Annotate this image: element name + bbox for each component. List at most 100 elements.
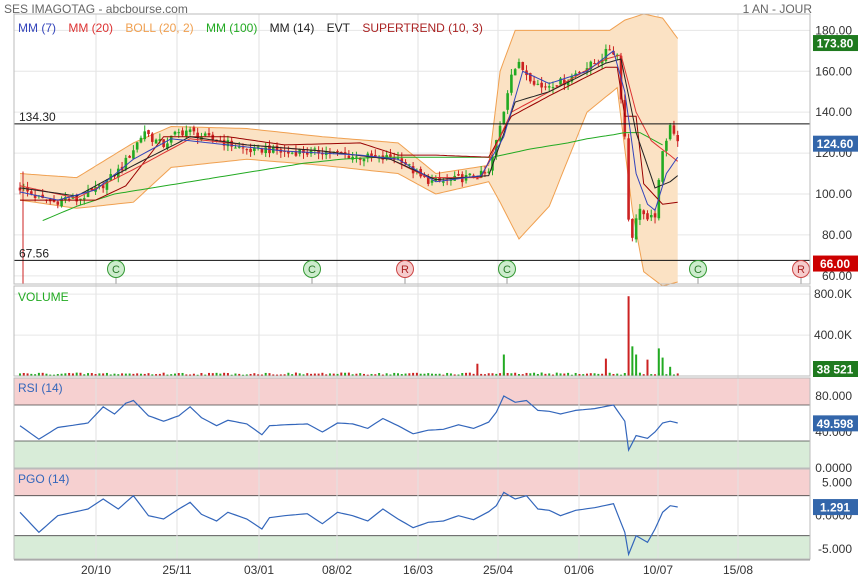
pgo-tick-label: 5.000 xyxy=(822,475,852,489)
x-tick-label: 10/07 xyxy=(643,563,673,577)
price-tick-label: 100.00 xyxy=(815,187,852,201)
legend-boll: BOLL (20, 2) xyxy=(125,21,194,35)
candle-body xyxy=(56,201,60,205)
candle-body xyxy=(510,74,513,93)
level-label: 134.30 xyxy=(19,110,56,124)
candle-body xyxy=(245,149,249,151)
volume-bar xyxy=(646,359,649,376)
candle-body xyxy=(207,133,211,136)
candle-body xyxy=(143,131,147,140)
event-marker-label: C xyxy=(112,264,120,276)
candle-body xyxy=(67,198,71,200)
candle-body xyxy=(468,173,472,176)
rsi-oversold-zone xyxy=(14,441,810,468)
candle-body xyxy=(203,133,207,136)
candle-body xyxy=(544,86,547,88)
candle-body xyxy=(139,137,143,143)
candle-body xyxy=(555,85,559,87)
candle-body xyxy=(181,130,184,136)
volume-bar xyxy=(75,372,78,376)
candle-body xyxy=(513,69,517,76)
candle-body xyxy=(506,93,509,110)
legend-evt: EVT xyxy=(326,21,351,35)
volume-bar xyxy=(340,372,343,376)
price-badge-high-label: 173.80 xyxy=(817,37,854,51)
x-tick-label: 08/02 xyxy=(322,563,352,577)
level-label: 67.56 xyxy=(19,246,49,260)
candle-body xyxy=(547,86,551,88)
period-label: 1 AN - JOUR xyxy=(742,2,812,16)
price-badge-low-label: 66.00 xyxy=(820,257,850,271)
chart-title: SES IMAGOTAG - abcbourse.com xyxy=(4,2,188,16)
candle-body xyxy=(192,127,196,132)
volume-bar xyxy=(657,348,660,376)
candle-body xyxy=(256,146,260,148)
rsi-tick-label: 80.000 xyxy=(815,389,852,403)
candle-body xyxy=(502,111,506,125)
event-marker-label: C xyxy=(503,264,511,276)
x-tick-label: 20/10 xyxy=(81,563,111,577)
candle-body xyxy=(264,147,267,154)
candle-body xyxy=(672,125,676,134)
x-tick-label: 16/03 xyxy=(403,563,433,577)
candle-body xyxy=(124,157,128,170)
candle-body xyxy=(638,208,642,220)
event-markers: CCRCCR xyxy=(107,260,810,284)
vol-panel-frame xyxy=(13,285,811,377)
x-tick-label: 01/06 xyxy=(564,563,594,577)
candle-body xyxy=(646,213,649,220)
candle-body xyxy=(578,71,581,73)
legend-supertrend: SUPERTREND (10, 3) xyxy=(362,21,483,35)
volume-bar xyxy=(627,296,630,376)
volume-bar xyxy=(540,372,543,376)
price-badge-last-label: 124.60 xyxy=(817,137,854,151)
candle-body xyxy=(457,174,460,176)
candle-body xyxy=(154,139,158,144)
candle-body xyxy=(430,180,434,183)
candle-body xyxy=(551,87,555,89)
candle-body xyxy=(631,219,634,238)
rsi-badge-label: 49.598 xyxy=(817,417,854,431)
volume-label: VOLUME xyxy=(18,290,69,304)
candle-body xyxy=(608,49,611,51)
event-marker-label: C xyxy=(308,264,316,276)
candle-body xyxy=(249,148,252,153)
volume-bar xyxy=(604,358,607,376)
candle-body xyxy=(540,82,543,88)
candle-body xyxy=(147,130,150,135)
candle-body xyxy=(82,198,86,200)
candle-body xyxy=(521,62,525,70)
legend-mm7: MM (7) xyxy=(18,21,56,35)
candle-body xyxy=(79,198,82,200)
x-tick-label: 25/04 xyxy=(483,563,513,577)
candle-body xyxy=(241,147,245,149)
stock-chart: 134.30 67.56 C C R C C R 20/10 25/11 03/01 08/02 1… xyxy=(13,13,858,577)
candle-body xyxy=(86,190,90,197)
legend-mm100: MM (100) xyxy=(205,21,258,35)
volume-bar xyxy=(294,372,297,376)
candle-body xyxy=(649,215,653,218)
legend-mm20: MM (20) xyxy=(68,21,114,35)
volume-bar xyxy=(631,346,634,376)
candle-body xyxy=(188,129,192,132)
volume-bar xyxy=(555,372,558,376)
candle-body xyxy=(536,83,540,85)
pgo-oversold-zone xyxy=(14,535,810,559)
candle-body xyxy=(290,152,294,154)
volume-bars xyxy=(19,296,679,376)
price-tick-label: 140.00 xyxy=(815,105,852,119)
event-marker-label: R xyxy=(401,264,409,276)
candle-body xyxy=(668,125,672,140)
indicator-legend: MM (7) MM (20) BOLL (20, 2) MM (100) MM … xyxy=(18,21,492,35)
volume-bar xyxy=(502,354,505,376)
candle-body xyxy=(132,150,135,159)
pgo-tick-label: -5.000 xyxy=(818,542,852,556)
volume-bar xyxy=(669,366,672,376)
pgo-badge-label: 1.291 xyxy=(820,501,850,515)
candle-body xyxy=(442,181,445,183)
volume-tick-label: 400.0K xyxy=(814,328,852,342)
rsi-tick-label: 0.0000 xyxy=(815,461,852,475)
event-marker-label: R xyxy=(797,264,805,276)
candle-body xyxy=(661,151,664,182)
volume-bar xyxy=(468,372,471,376)
